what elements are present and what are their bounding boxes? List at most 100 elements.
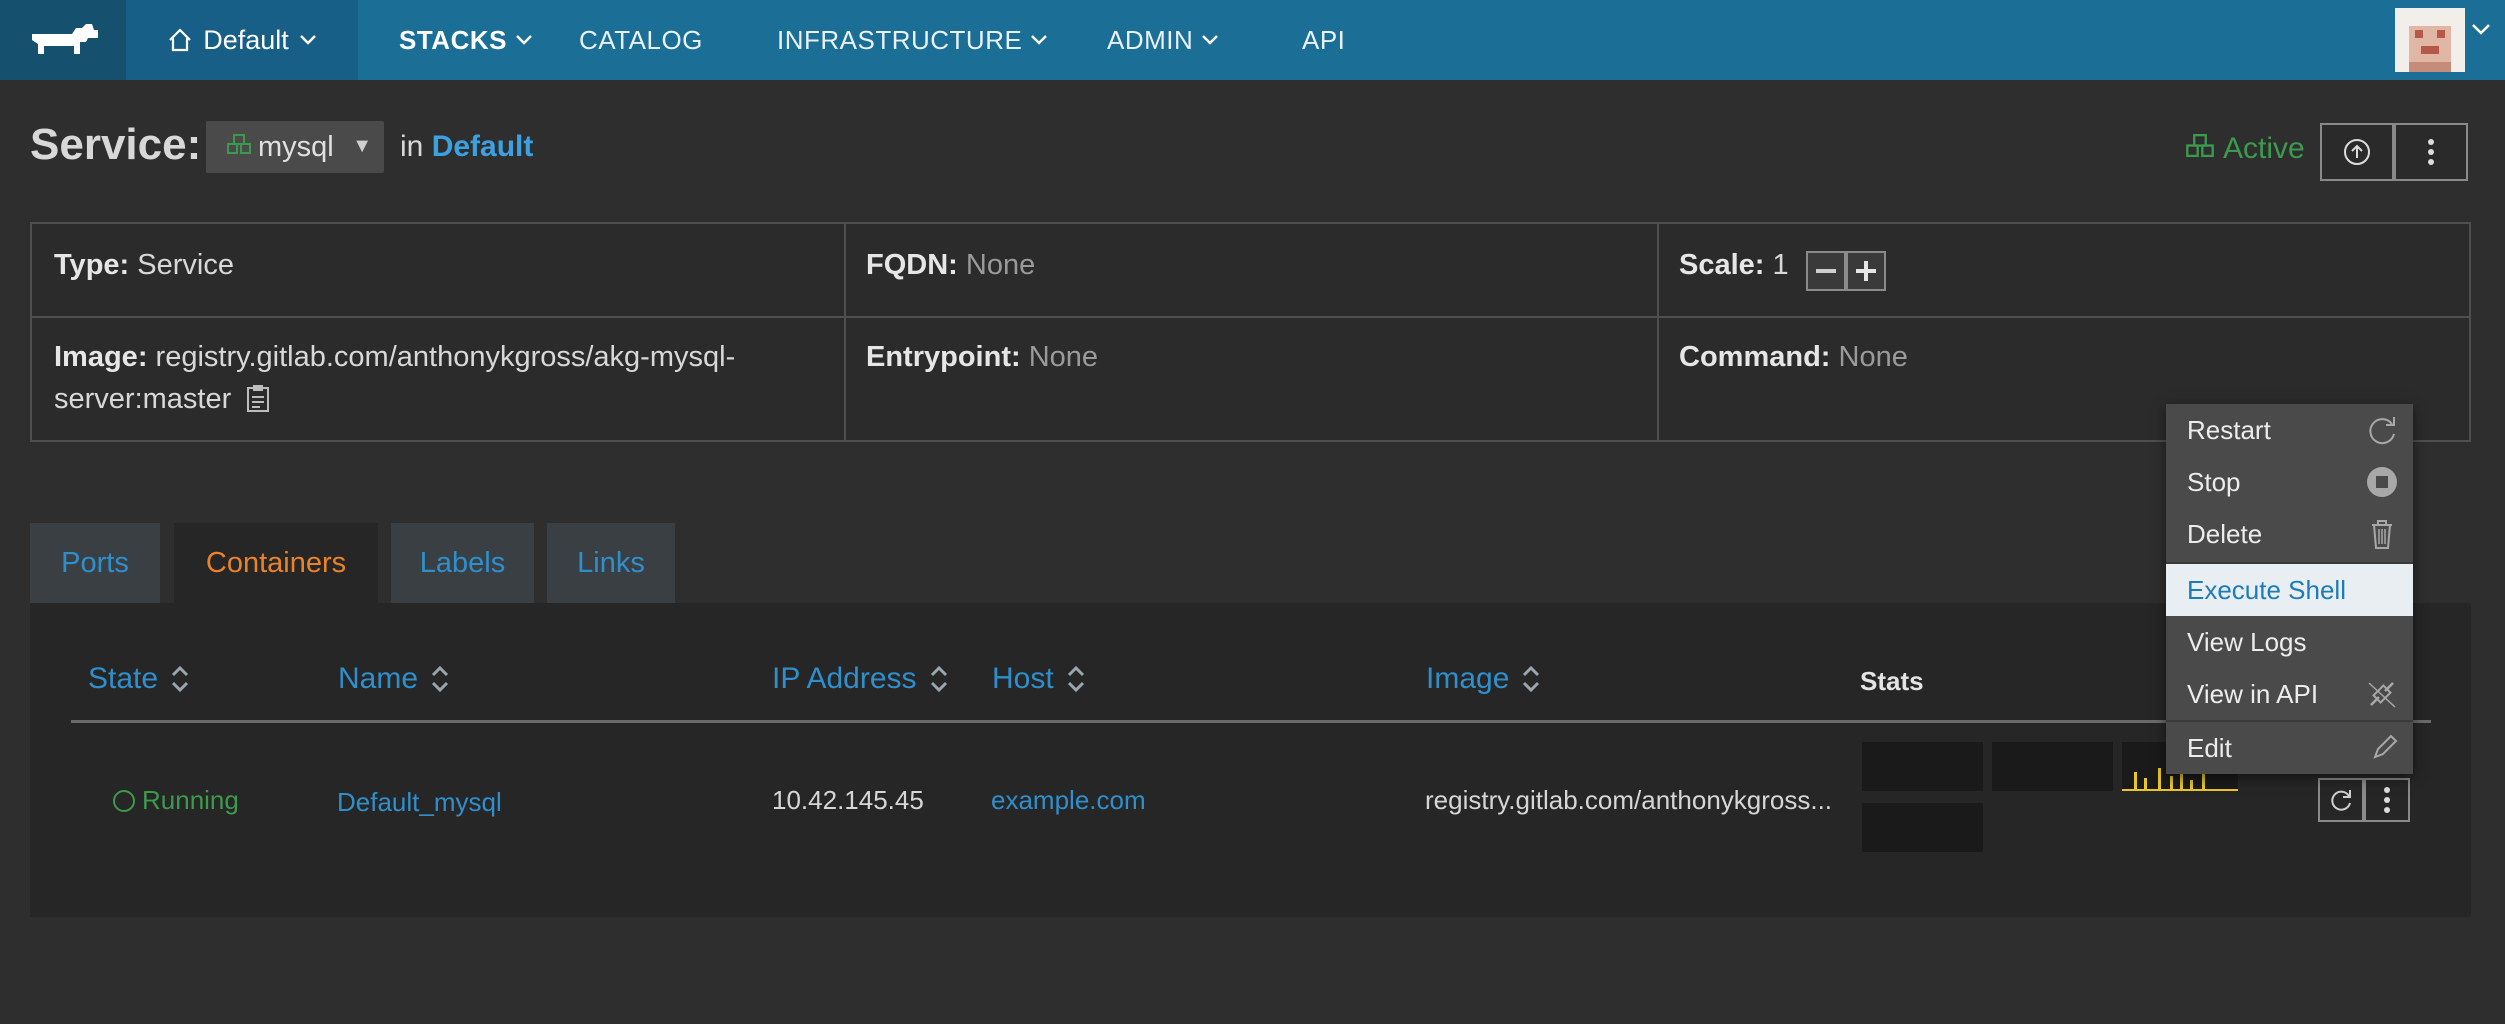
environment-name: Default [203,24,289,55]
scale-decrement-button[interactable] [1806,251,1846,291]
service-select[interactable]: mysql ▼ [206,121,384,173]
top-nav: Default STACKS CATALOG INFRASTRUCTURE AD… [0,0,2505,80]
fqdn-value: None [965,249,1036,281]
nav-stacks[interactable]: STACKS [399,0,533,80]
trash-icon [2372,520,2392,549]
state-cell: Running [112,785,239,816]
column-header-label: Host [992,662,1054,695]
row-more-button[interactable] [2364,778,2410,822]
upgrade-button[interactable] [2320,123,2394,181]
chevron-down-icon [1031,35,1048,45]
status-badge: Active [2185,132,2305,166]
fqdn-cell: FQDN: None [844,224,1654,306]
page-title: Service: [30,120,202,169]
refresh-icon [2331,790,2351,811]
plus-icon [1856,261,1876,281]
service-icon [227,134,251,154]
status-text: Active [2223,132,2305,165]
tab-ports[interactable]: Ports [30,523,160,603]
row-actions [2318,778,2410,822]
tab-labels[interactable]: Labels [391,523,534,603]
menu-item-label: Edit [2187,732,2232,763]
type-value: Service [137,249,234,281]
stack-link[interactable]: Default [432,130,534,163]
tab-links[interactable]: Links [547,523,675,603]
container-actions-menu: Restart Stop Delete Execute Shell View L… [2166,404,2413,774]
menu-item-label: View Logs [2187,626,2307,657]
service-icon [2186,134,2214,158]
more-vertical-icon [2384,787,2390,813]
column-header-image[interactable]: Image [1426,662,1541,696]
scale-increment-button[interactable] [1846,251,1886,291]
menu-item-view-in-api[interactable]: View in API [2166,668,2413,720]
command-cell: Command: None [1657,316,2467,398]
column-header-ip-address[interactable]: IP Address [772,662,949,696]
image-value: registry.gitlab.com/anthonykgross... [1425,785,1833,815]
menu-item-label: Delete [2187,518,2263,549]
menu-item-view-logs[interactable]: View Logs [2166,616,2413,668]
more-actions-button[interactable] [2394,123,2468,181]
restart-container-button[interactable] [2318,778,2364,822]
cpu-sparkline [1862,742,1983,791]
entrypoint-cell: Entrypoint: None [844,316,1654,398]
nav-infrastructure-label: INFRASTRUCTURE [777,24,1023,55]
column-header-label: Name [338,662,419,695]
nav-catalog[interactable]: CATALOG [579,0,703,80]
menu-item-edit[interactable]: Edit [2166,722,2413,774]
menu-item-delete[interactable]: Delete [2166,508,2413,560]
environment-switcher[interactable]: Default [126,0,358,80]
nav-admin-label: ADMIN [1107,24,1194,55]
nav-infrastructure[interactable]: INFRASTRUCTURE [777,0,1048,80]
menu-item-label: View in API [2187,678,2319,709]
scale-value: 1 [1772,249,1789,281]
menu-item-label: Restart [2187,414,2271,445]
stop-icon [2367,467,2397,497]
sort-icon [930,665,947,693]
column-header-state[interactable]: State [88,662,190,696]
sort-icon [172,665,189,693]
tab-containers[interactable]: Containers [174,523,378,603]
image-value: registry.gitlab.com/anthonykgross/akg-my… [54,341,736,415]
container-name-link[interactable]: Default_mysql [337,787,502,818]
minus-icon [1816,269,1836,273]
column-header-stats: Stats [1860,666,1924,696]
home-icon [169,28,191,52]
caret-down-icon: ▼ [352,135,372,157]
type-cell: Type: Service [32,224,842,306]
clipboard-icon[interactable] [245,383,271,413]
menu-item-execute-shell[interactable]: Execute Shell [2166,564,2413,616]
chevron-down-icon [1202,35,1219,45]
fqdn-label: FQDN: [866,249,958,281]
menu-item-restart[interactable]: Restart [2166,404,2413,456]
nav-admin[interactable]: ADMIN [1107,0,1219,80]
type-label: Type: [54,249,130,281]
menu-item-label: Stop [2187,466,2241,497]
user-avatar[interactable] [2395,8,2465,72]
sort-icon [431,665,449,693]
nav-stacks-label: STACKS [399,24,507,55]
image-label: Image: [54,341,148,373]
nav-api[interactable]: API [1302,0,1345,80]
menu-item-label: Execute Shell [2187,574,2346,605]
chevron-down-icon[interactable] [2470,22,2492,38]
menu-item-stop[interactable]: Stop [2166,456,2413,508]
more-vertical-icon [2428,139,2434,165]
column-header-host[interactable]: Host [992,662,1086,696]
storage-sparkline [1862,803,1983,852]
nav-api-label: API [1302,24,1346,55]
column-header-label: IP Address [772,662,917,695]
host-link[interactable]: example.com [991,785,1146,816]
chevron-down-icon [516,35,532,45]
column-header-label: Image [1426,662,1510,695]
upgrade-icon [2344,139,2370,165]
entrypoint-value: None [1028,341,1099,373]
rancher-logo[interactable] [0,0,126,80]
scale-label: Scale: [1679,249,1765,281]
nav-catalog-label: CATALOG [579,24,703,55]
refresh-icon [2369,417,2395,445]
column-header-name[interactable]: Name [338,662,450,696]
service-info-grid: Type: Service FQDN: None Scale: 1 Image:… [30,222,2471,442]
stack-context: in Default [400,130,533,164]
sort-icon [1523,665,1540,693]
command-label: Command: [1679,341,1831,373]
